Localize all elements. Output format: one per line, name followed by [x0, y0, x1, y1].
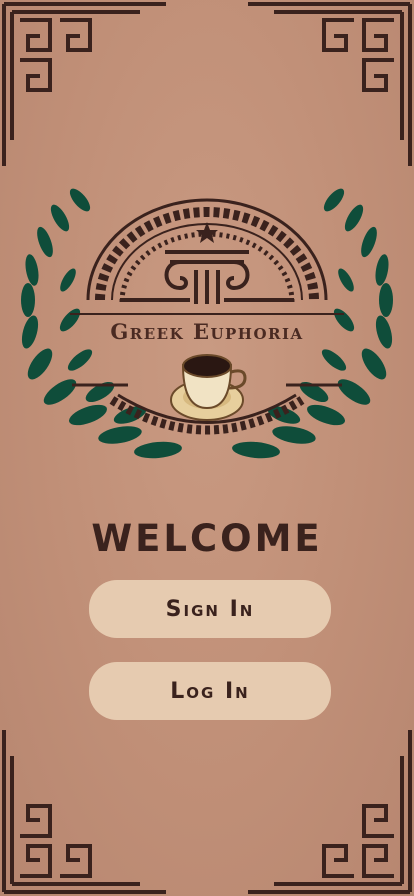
greek-key-corner-icon: [248, 730, 412, 894]
greek-key-corner-icon: [2, 2, 166, 166]
welcome-heading: WELCOME: [91, 517, 323, 560]
greek-key-corner-icon: [2, 730, 166, 894]
brand-name: Greek Euphoria: [110, 319, 304, 344]
greek-key-corner-icon: [248, 2, 412, 166]
welcome-screen: Greek Euphoria WELCOME Sign In Log In: [0, 0, 414, 896]
log-in-button[interactable]: Log In: [89, 662, 331, 720]
logo-emblem: [21, 188, 393, 459]
sign-in-button[interactable]: Sign In: [89, 580, 331, 638]
coffee-cup-icon: [170, 354, 247, 421]
